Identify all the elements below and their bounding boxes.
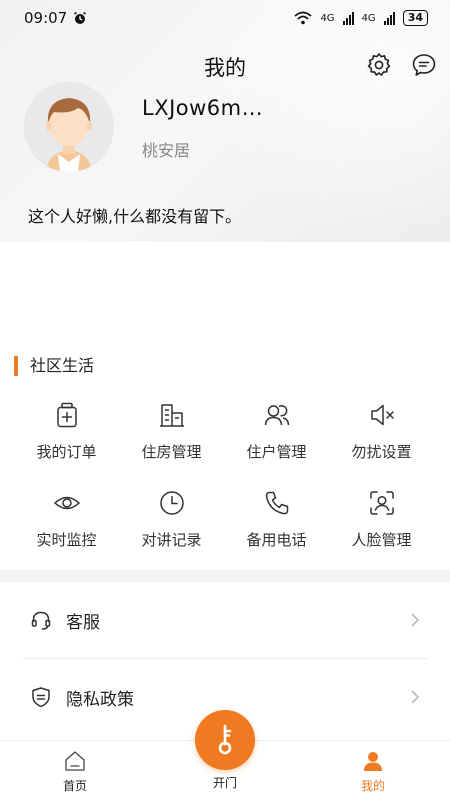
profile-icon	[364, 752, 382, 771]
chevron-right-icon	[411, 690, 420, 704]
community-name: 桃安居	[142, 141, 191, 160]
community-life-grid: 我的订单 住房管理 住户管理 勿扰设置 实时监控 对讲记录 备用电话 人脸管理	[14, 395, 434, 571]
home-icon	[65, 751, 85, 771]
intercom-records-button[interactable]: 对讲记录	[119, 483, 224, 571]
clock-icon	[159, 491, 184, 515]
nav-mine[interactable]: 我的	[328, 741, 418, 801]
do-not-disturb-button[interactable]: 勿扰设置	[329, 395, 434, 483]
status-bar: 09:07 4G 4G 34	[0, 0, 450, 36]
message-icon[interactable]	[411, 52, 437, 78]
customer-service-row[interactable]: 客服	[22, 582, 428, 658]
chevron-right-icon	[411, 613, 420, 627]
building-icon	[159, 404, 184, 427]
eye-icon	[53, 496, 80, 510]
avatar[interactable]	[24, 82, 114, 172]
grid-item-label: 住房管理	[141, 443, 202, 461]
section-divider	[0, 570, 450, 582]
network-type-1: 4G	[320, 12, 335, 24]
grid-item-label: 勿扰设置	[351, 443, 412, 461]
grid-item-label: 人脸管理	[351, 531, 412, 549]
nav-home-label: 首页	[62, 779, 87, 793]
headset-icon	[31, 611, 51, 630]
settings-icon[interactable]	[366, 52, 392, 78]
phone-icon	[265, 491, 288, 515]
status-time: 09:07	[24, 9, 68, 27]
grid-item-label: 我的订单	[36, 443, 97, 461]
shield-icon	[32, 687, 50, 708]
order-icon	[56, 402, 77, 428]
grid-item-label: 备用电话	[246, 531, 307, 549]
network-type-2: 4G	[361, 12, 376, 24]
avatar-illustration	[24, 82, 114, 172]
bio-text: 这个人好懒,什么都没有留下。	[28, 207, 242, 226]
username[interactable]: LXJow6m…	[142, 96, 263, 120]
alarm-icon	[74, 11, 87, 24]
wifi-icon	[294, 11, 313, 25]
menu-label: 隐私政策	[66, 689, 134, 710]
grid-item-label: 住户管理	[246, 443, 307, 461]
battery-icon: 34	[402, 10, 428, 26]
face-management-button[interactable]: 人脸管理	[329, 483, 434, 571]
resident-management-button[interactable]: 住户管理	[224, 395, 329, 483]
open-door-label: 开门	[212, 776, 237, 790]
open-door-button[interactable]	[195, 710, 255, 770]
housing-management-button[interactable]: 住房管理	[119, 395, 224, 483]
nav-home[interactable]: 首页	[30, 741, 120, 801]
my-orders-button[interactable]: 我的订单	[14, 395, 119, 483]
grid-item-label: 对讲记录	[141, 531, 202, 549]
section-title: 社区生活	[14, 356, 94, 376]
menu-label: 客服	[66, 612, 100, 633]
face-scan-icon	[369, 491, 394, 515]
nav-mine-label: 我的	[360, 779, 385, 793]
signal-icon-2	[383, 11, 395, 25]
key-icon	[218, 724, 232, 755]
grid-item-label: 实时监控	[36, 531, 97, 549]
signal-icon	[342, 11, 354, 25]
residents-icon	[264, 405, 289, 426]
live-monitoring-button[interactable]: 实时监控	[14, 483, 119, 571]
mute-icon	[370, 404, 394, 426]
backup-phone-button[interactable]: 备用电话	[224, 483, 329, 571]
